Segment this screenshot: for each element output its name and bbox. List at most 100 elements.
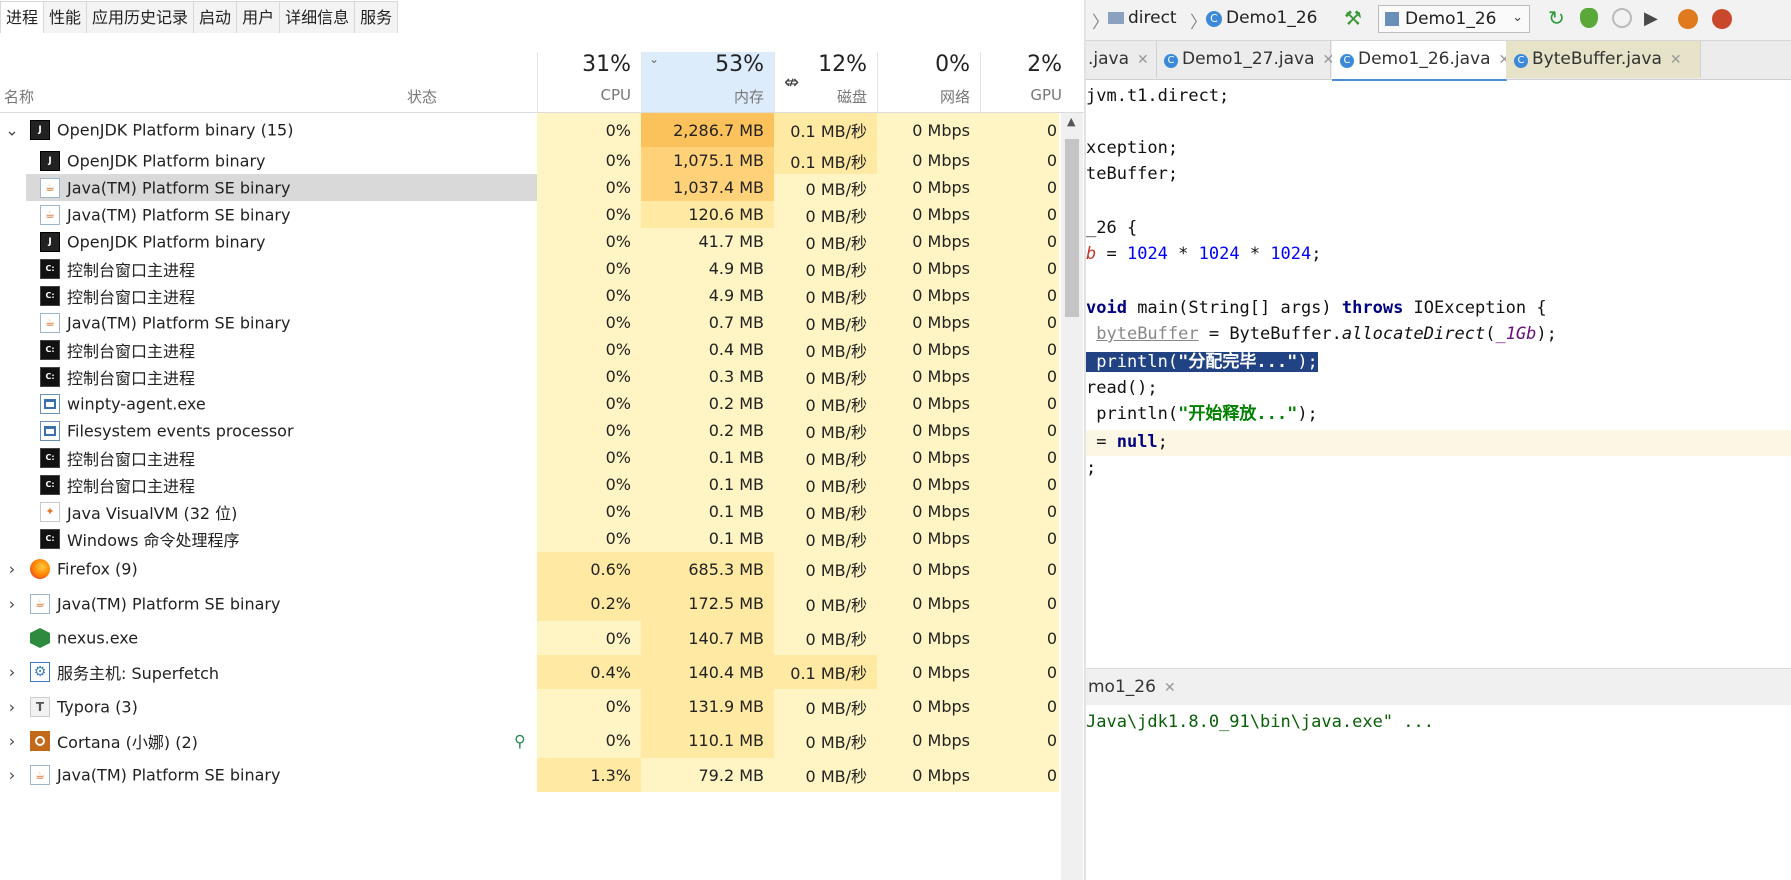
disk-cell: 0 MB/秒 bbox=[774, 620, 877, 656]
column-divider[interactable] bbox=[774, 52, 775, 112]
disk-cell: 0 MB/秒 bbox=[774, 471, 877, 499]
process-row[interactable]: C: Windows 命令处理程序 0% 0.1 MB 0 MB/秒 0 Mbps 0 bbox=[0, 525, 1065, 553]
editor-tab[interactable]: C ByteBuffer.java ✕ bbox=[1506, 41, 1701, 78]
process-name: Firefox (9) bbox=[57, 559, 138, 579]
process-group-row[interactable]: nexus.exe 0% 140.7 MB 0 MB/秒 0 Mbps 0 bbox=[0, 620, 1065, 656]
process-row[interactable]: C: 控制台窗口主进程 0% 4.9 MB 0 MB/秒 0 Mbps 0 bbox=[0, 255, 1065, 283]
process-row[interactable]: ☕ Java(TM) Platform SE binary 0% 0.7 MB 0 MB… bbox=[0, 309, 1065, 337]
scroll-up-icon[interactable]: ▲ bbox=[1067, 115, 1075, 128]
process-name-cell: ☕ Java(TM) Platform SE binary bbox=[26, 174, 537, 202]
disk-column-header[interactable]: ⇎ 12% 磁盘 bbox=[774, 52, 877, 112]
tab-services[interactable]: 服务 bbox=[354, 1, 399, 33]
process-name: 控制台窗口主进程 bbox=[67, 260, 196, 280]
memory-cell: 0.2 MB bbox=[641, 390, 774, 418]
process-row[interactable]: C: 控制台窗口主进程 0% 0.4 MB 0 MB/秒 0 Mbps 0 bbox=[0, 336, 1065, 364]
process-row[interactable]: winpty-agent.exe 0% 0.2 MB 0 MB/秒 0 Mbps 0 bbox=[0, 390, 1065, 418]
disk-cell: 0 MB/秒 bbox=[774, 255, 877, 283]
process-row[interactable]: C: 控制台窗口主进程 0% 4.9 MB 0 MB/秒 0 Mbps 0 bbox=[0, 282, 1065, 310]
process-name: 服务主机: Superfetch bbox=[57, 664, 220, 684]
network-column-label: 网络 bbox=[939, 88, 970, 106]
column-divider[interactable] bbox=[641, 52, 642, 112]
process-name-cell: › Cortana (小娜) (2) ⚲ bbox=[0, 724, 537, 758]
close-icon[interactable]: ✕ bbox=[1670, 52, 1682, 68]
disk-cell: 0.1 MB/秒 bbox=[774, 147, 877, 175]
cpu-column-header[interactable]: 31% CPU bbox=[537, 52, 641, 112]
status-column-header[interactable]: 状态 bbox=[400, 52, 537, 112]
coverage-icon[interactable] bbox=[1612, 8, 1632, 28]
process-row[interactable]: ☕ Java(TM) Platform SE binary 0% 120.6 MB 0 … bbox=[0, 201, 1065, 229]
chevron-right-icon[interactable]: › bbox=[4, 766, 20, 785]
code-line: println("开始释放..."); bbox=[1086, 404, 1318, 424]
process-row[interactable]: C: 控制台窗口主进程 0% 0.1 MB 0 MB/秒 0 Mbps 0 bbox=[0, 444, 1065, 472]
code-line: b = 1024 * 1024 * 1024; bbox=[1086, 244, 1322, 264]
code-editor[interactable]: jvm.t1.direct; xception; teBuffer; _26 {… bbox=[1086, 80, 1791, 640]
process-name-cell: › ⚙ 服务主机: Superfetch bbox=[0, 655, 537, 689]
column-divider[interactable] bbox=[537, 52, 538, 112]
process-group-row[interactable]: › ☕ Java(TM) Platform SE binary 1.3% 79.2 MB… bbox=[0, 758, 1065, 793]
class-icon: C bbox=[1206, 11, 1222, 27]
column-divider[interactable] bbox=[877, 52, 878, 112]
code-line: xception; bbox=[1086, 138, 1179, 158]
column-divider[interactable] bbox=[980, 52, 981, 112]
memory-cell: 4.9 MB bbox=[641, 255, 774, 283]
rerun-icon[interactable]: ↻ bbox=[1548, 6, 1568, 30]
process-row[interactable]: J OpenJDK Platform binary 0% 1,075.1 MB 0.1 … bbox=[0, 147, 1065, 175]
tab-startup[interactable]: 启动 bbox=[193, 1, 238, 33]
stop-icon[interactable] bbox=[1712, 9, 1732, 29]
gpu-column-header[interactable]: 2% GPU bbox=[980, 52, 1064, 112]
plugin-icon[interactable] bbox=[1678, 9, 1698, 29]
breadcrumb-folder-label: direct bbox=[1128, 8, 1177, 28]
name-column-header[interactable]: 名称 bbox=[0, 52, 400, 112]
process-group-row[interactable]: ⌄ J OpenJDK Platform binary (15) 0% 2,286.7 … bbox=[0, 113, 1065, 148]
memory-column-header[interactable]: ⌄ 53% 内存 bbox=[641, 52, 774, 112]
run-tab[interactable]: mo1_26 ✕ bbox=[1086, 669, 1176, 705]
breadcrumb-folder[interactable]: direct bbox=[1108, 8, 1177, 28]
cpu-cell: 0% bbox=[537, 113, 641, 148]
process-name: Filesystem events processor bbox=[67, 421, 294, 441]
tab-details[interactable]: 详细信息 bbox=[279, 1, 356, 33]
process-group-row[interactable]: › ☕ Java(TM) Platform SE binary 0.2% 172.5 M… bbox=[0, 586, 1065, 621]
process-group-row[interactable]: › ⚙ 服务主机: Superfetch 0.4% 140.4 MB 0.1 MB/秒 0 … bbox=[0, 655, 1065, 690]
process-row[interactable]: ✦ Java VisualVM (32 位) 0% 0.1 MB 0 MB/秒 0 Mbp… bbox=[0, 498, 1065, 526]
process-name: winpty-agent.exe bbox=[67, 394, 206, 414]
cpu-cell: 0.4% bbox=[537, 655, 641, 690]
chevron-right-icon[interactable]: › bbox=[4, 731, 20, 750]
run-console[interactable]: Java\jdk1.8.0_91\bin\java.exe" ... bbox=[1086, 706, 1791, 880]
chevron-right-icon[interactable]: › bbox=[4, 697, 20, 716]
chevron-right-icon[interactable]: › bbox=[4, 560, 20, 579]
tab-processes[interactable]: 进程 bbox=[0, 1, 45, 33]
network-cell: 0 Mbps bbox=[877, 444, 980, 472]
process-row[interactable]: C: 控制台窗口主进程 0% 0.1 MB 0 MB/秒 0 Mbps 0 bbox=[0, 471, 1065, 499]
process-row[interactable]: J OpenJDK Platform binary 0% 41.7 MB 0 MB/秒 0… bbox=[0, 228, 1065, 256]
network-cell: 0 Mbps bbox=[877, 655, 980, 690]
process-row[interactable]: ☕ Java(TM) Platform SE binary 0% 1,037.4 MB… bbox=[0, 174, 1065, 202]
process-row[interactable]: C: 控制台窗口主进程 0% 0.3 MB 0 MB/秒 0 Mbps 0 bbox=[0, 363, 1065, 391]
chevron-right-icon[interactable]: › bbox=[4, 663, 20, 682]
java-icon: ☕ bbox=[40, 204, 60, 225]
process-list-scrollbar[interactable]: ▲ bbox=[1061, 113, 1083, 880]
process-row[interactable]: Filesystem events processor 0% 0.2 MB 0 MB/… bbox=[0, 417, 1065, 445]
scrollbar-thumb[interactable] bbox=[1065, 139, 1079, 317]
close-icon[interactable]: ✕ bbox=[1137, 52, 1149, 68]
chevron-down-icon[interactable]: ⌄ bbox=[4, 121, 20, 140]
tab-performance[interactable]: 性能 bbox=[43, 1, 88, 33]
java-icon: ☕ bbox=[40, 312, 60, 333]
process-group-row[interactable]: › Cortana (小娜) (2) ⚲ 0% 110.1 MB 0 MB/秒 0 Mbps… bbox=[0, 723, 1065, 759]
tab-app-history[interactable]: 应用历史记录 bbox=[86, 1, 195, 33]
profile-icon[interactable]: ▶ bbox=[1644, 8, 1664, 29]
editor-tab[interactable]: .java ✕ bbox=[1086, 41, 1157, 78]
run-config-dropdown[interactable]: Demo1_26 ⌄ bbox=[1378, 5, 1530, 33]
typora-icon: T bbox=[30, 696, 50, 717]
debug-bug-icon[interactable] bbox=[1580, 8, 1598, 28]
editor-tab[interactable]: C Demo1_27.java ✕ bbox=[1156, 41, 1334, 78]
chevron-right-icon[interactable]: › bbox=[4, 594, 20, 613]
tab-users[interactable]: 用户 bbox=[236, 1, 281, 33]
breadcrumb-class[interactable]: C Demo1_26 bbox=[1206, 8, 1317, 28]
memory-cell: 41.7 MB bbox=[641, 228, 774, 256]
process-group-row[interactable]: › T Typora (3) 0% 131.9 MB 0 MB/秒 0 Mbps 0 bbox=[0, 689, 1065, 724]
build-hammer-icon[interactable]: ⚒ bbox=[1344, 6, 1364, 30]
editor-tab-active[interactable]: C Demo1_26.java ✕ bbox=[1332, 41, 1510, 81]
network-column-header[interactable]: 0% 网络 bbox=[877, 52, 980, 112]
process-group-row[interactable]: › Firefox (9) 0.6% 685.3 MB 0 MB/秒 0 Mbps 0 bbox=[0, 552, 1065, 587]
close-icon[interactable]: ✕ bbox=[1164, 680, 1176, 696]
